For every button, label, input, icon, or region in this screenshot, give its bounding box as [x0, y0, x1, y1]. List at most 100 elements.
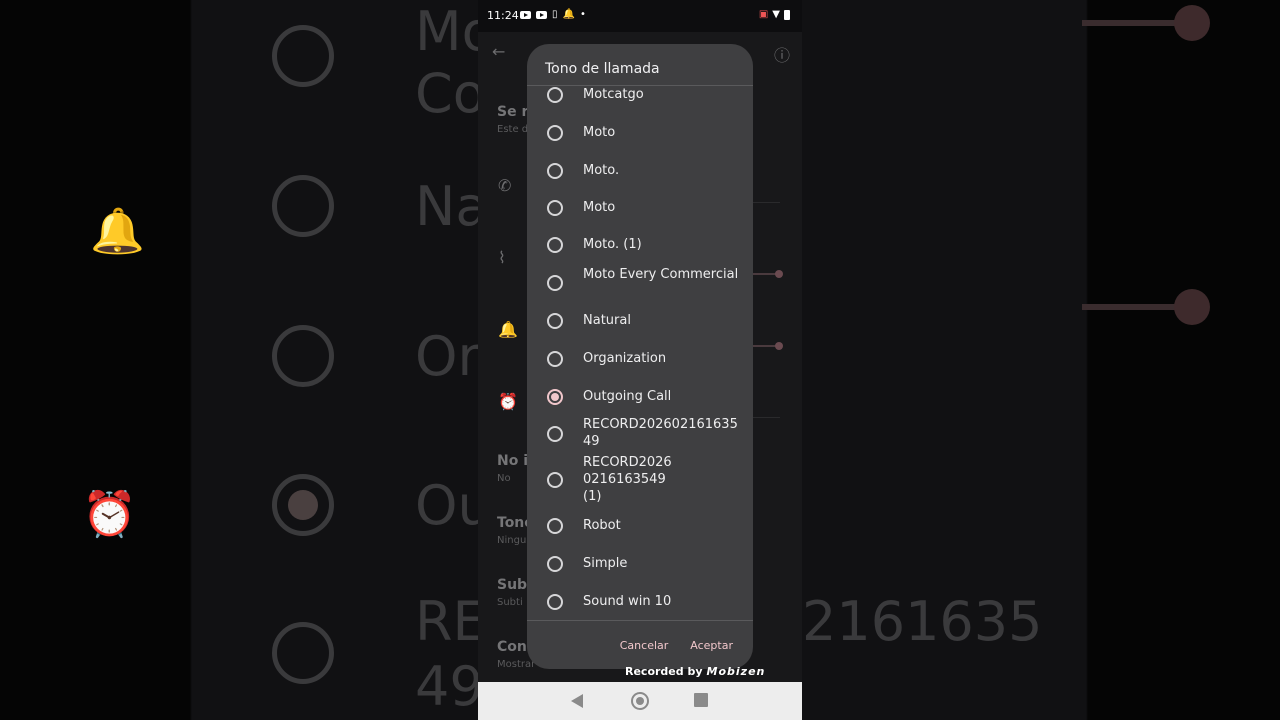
- ringtone-option-selected[interactable]: Outgoing Call: [527, 379, 753, 415]
- ringtone-option[interactable]: Sound win 10: [527, 584, 753, 620]
- bg-radio: [272, 325, 334, 387]
- settings-subtitle: Este d: [497, 124, 529, 135]
- help-icon[interactable]: ⓘ: [774, 42, 790, 66]
- settings-subtitle: No: [497, 473, 511, 484]
- volume-slider-knob[interactable]: [775, 342, 783, 350]
- radio-button[interactable]: [547, 87, 563, 103]
- bg-text: 2161635: [802, 590, 1043, 653]
- settings-subtitle: Mostrar: [497, 659, 536, 670]
- vibration-icon: ⌇: [498, 248, 506, 267]
- settings-subtitle: Subti: [497, 597, 523, 608]
- watermark-prefix: Recorded by: [625, 665, 703, 678]
- dialog-title: Tono de llamada: [545, 61, 660, 77]
- divider: [752, 417, 780, 418]
- phone-screen: 11:24 ▯ 🔔 • ▣ ▼ ← ⓘ Se r Este d ✆ ⌇ 🔔 ⏰ …: [478, 0, 802, 720]
- wifi-icon: ▼: [772, 9, 780, 20]
- ringtone-label: RECORD20260216163549 (1): [583, 455, 672, 504]
- ringtone-label: Robot: [583, 518, 621, 533]
- status-bar: 11:24 ▯ 🔔 • ▣ ▼: [478, 0, 802, 32]
- bell-icon: 🔔: [498, 320, 518, 339]
- youtube-icon: [520, 11, 531, 19]
- back-icon[interactable]: [571, 694, 583, 708]
- radio-button[interactable]: [547, 518, 563, 534]
- bg-radio: [272, 622, 334, 684]
- alarm-icon: ⏰: [82, 489, 137, 540]
- youtube-icon: [536, 11, 547, 19]
- ringtone-option[interactable]: Moto: [527, 190, 753, 226]
- phone-icon: ▯: [552, 9, 558, 20]
- ringtone-option[interactable]: Robot: [527, 509, 753, 545]
- ringtone-label: Outgoing Call: [583, 389, 672, 404]
- settings-title[interactable]: Sub: [497, 577, 527, 593]
- radio-button-checked[interactable]: [547, 389, 563, 405]
- bg-text: RE: [415, 590, 478, 653]
- radio-button[interactable]: [547, 426, 563, 442]
- status-time: 11:24: [487, 9, 519, 22]
- settings-title[interactable]: No i: [497, 453, 528, 469]
- bg-text: Co: [415, 62, 478, 125]
- radio-button[interactable]: [547, 351, 563, 367]
- recents-icon[interactable]: [694, 693, 708, 707]
- watermark-logo: Mobizen: [706, 665, 766, 678]
- radio-button[interactable]: [547, 237, 563, 253]
- ringtone-label: Moto: [583, 125, 616, 140]
- radio-button[interactable]: [547, 275, 563, 291]
- ringtone-option[interactable]: Moto. (1): [527, 227, 753, 263]
- blurred-background-left: 🔔 ⏰ Mo Co Na Or Ou RE 49: [0, 0, 478, 720]
- ringtone-option[interactable]: RECORD20260216163549 (1): [527, 454, 753, 506]
- dot-icon: •: [579, 9, 586, 20]
- radio-button[interactable]: [547, 125, 563, 141]
- radio-button[interactable]: [547, 472, 563, 488]
- radio-button[interactable]: [547, 556, 563, 572]
- ringtone-dialog: Tono de llamada Motcatgo Moto Moto. Moto…: [527, 44, 753, 669]
- ringtone-label: RECORD20260216163549: [583, 417, 738, 449]
- navigation-bar: [478, 682, 802, 720]
- ringtone-option[interactable]: Moto: [527, 114, 753, 150]
- ringtone-label: Moto.: [583, 163, 620, 178]
- home-icon[interactable]: [631, 692, 649, 710]
- ringtone-option[interactable]: RECORD20260216163549: [527, 416, 753, 452]
- recording-watermark: Recorded by Mobizen: [625, 665, 765, 678]
- bg-slider-knob: [1174, 289, 1210, 325]
- ringtone-label: Organization: [583, 351, 667, 366]
- divider: [752, 202, 780, 203]
- phone-icon: ✆: [498, 176, 512, 195]
- ringtone-option[interactable]: Moto Every Commercial: [527, 266, 753, 302]
- alarm-icon: ⏰: [498, 392, 518, 411]
- radio-button[interactable]: [547, 163, 563, 179]
- ringtone-option[interactable]: Simple: [527, 546, 753, 582]
- bg-radio-selected: [272, 474, 334, 536]
- bg-slider-knob: [1174, 5, 1210, 41]
- radio-button[interactable]: [547, 200, 563, 216]
- bell-icon: 🔔: [90, 206, 145, 257]
- ringtone-option[interactable]: Natural: [527, 303, 753, 339]
- dialog-bottom-divider: [527, 620, 753, 621]
- radio-button[interactable]: [547, 313, 563, 329]
- settings-subtitle: Ningu: [497, 535, 527, 546]
- volume-slider-knob[interactable]: [775, 270, 783, 278]
- back-arrow-icon[interactable]: ←: [492, 42, 505, 61]
- bell-icon: 🔔: [562, 9, 575, 20]
- battery-icon: [784, 9, 790, 20]
- bg-text: Ou: [415, 474, 478, 537]
- cancel-button[interactable]: Cancelar: [620, 639, 669, 652]
- ringtone-label: Natural: [583, 313, 631, 328]
- settings-title: Se r: [497, 104, 529, 120]
- ringtone-label: Sound win 10: [583, 594, 672, 609]
- settings-title[interactable]: Con: [497, 639, 527, 655]
- radio-button[interactable]: [547, 594, 563, 610]
- accept-button[interactable]: Aceptar: [690, 639, 733, 652]
- ringtone-option[interactable]: Organization: [527, 341, 753, 377]
- bg-radio: [272, 25, 334, 87]
- bg-radio: [272, 175, 334, 237]
- ringtone-option[interactable]: Moto.: [527, 152, 753, 188]
- blurred-background-right: 2161635: [802, 0, 1280, 720]
- bg-text: 49: [415, 655, 478, 718]
- dialog-actions: Cancelar Aceptar: [620, 639, 733, 652]
- cast-icon: ▣: [758, 9, 769, 20]
- bg-text: Or: [415, 325, 478, 388]
- ringtone-option[interactable]: Motcatgo: [527, 84, 753, 104]
- ringtone-label: Motcatgo: [583, 87, 644, 102]
- bg-text: Na: [415, 175, 478, 238]
- ringtone-label: Simple: [583, 556, 628, 571]
